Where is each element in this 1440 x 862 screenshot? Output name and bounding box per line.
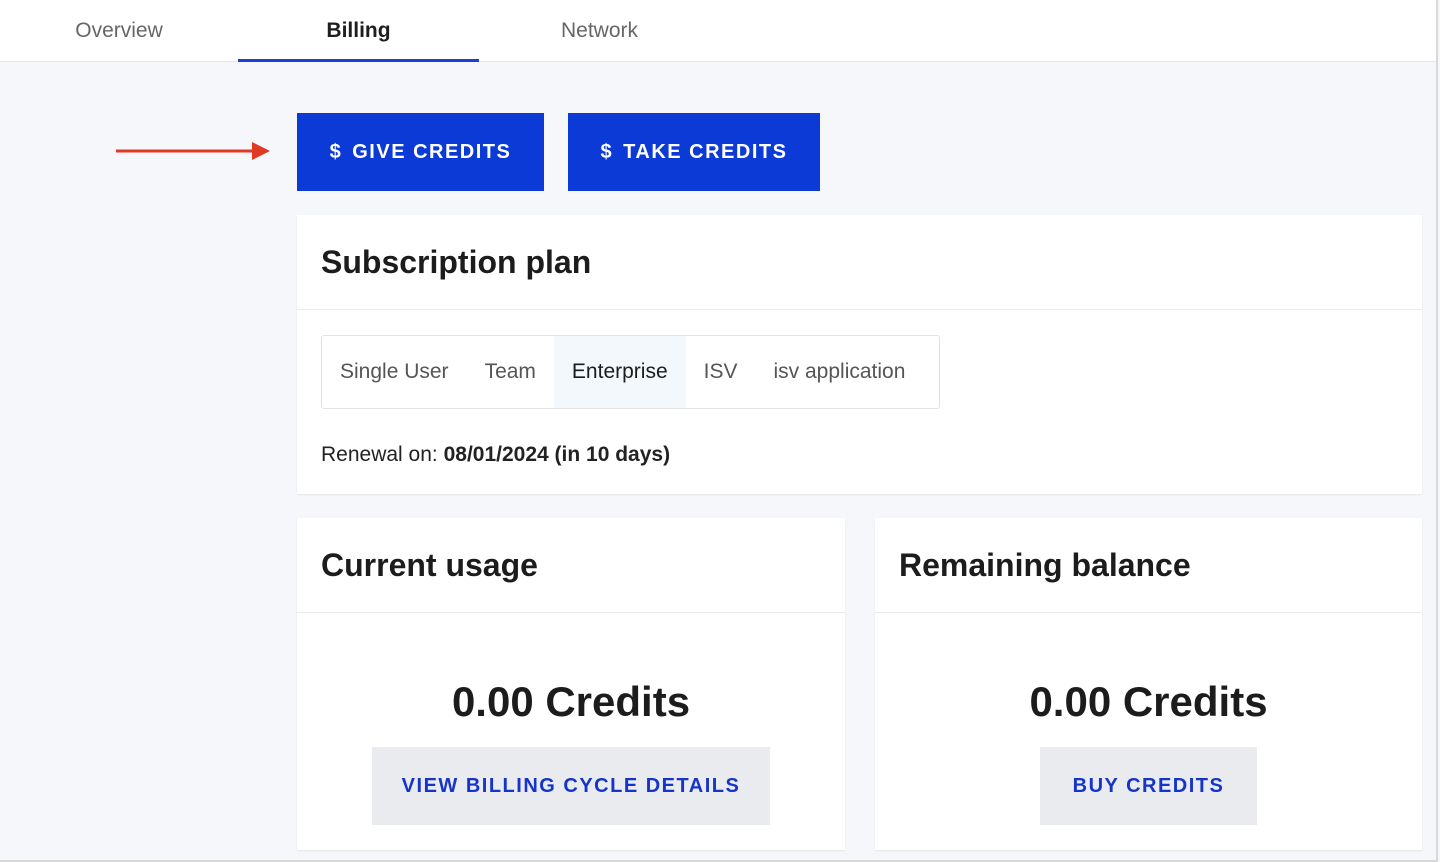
arrow-right-icon bbox=[116, 142, 270, 160]
plan-option-isv-application[interactable]: isv application bbox=[756, 336, 924, 408]
current-usage-title: Current usage bbox=[297, 518, 845, 613]
dollar-icon: $ bbox=[329, 140, 343, 163]
take-credits-button[interactable]: $ TAKE CREDITS bbox=[568, 113, 820, 191]
tab-overview-label: Overview bbox=[75, 19, 163, 42]
tab-network[interactable]: Network bbox=[479, 0, 720, 62]
renewal-date: 08/01/2024 (in 10 days) bbox=[443, 443, 671, 466]
take-credits-label: TAKE CREDITS bbox=[623, 140, 788, 163]
subscription-plan-card: Subscription plan Single User Team Enter… bbox=[297, 215, 1422, 494]
tab-overview[interactable]: Overview bbox=[0, 0, 238, 62]
renewal-info: Renewal on: 08/01/2024 (in 10 days) bbox=[321, 443, 670, 467]
plan-option-team[interactable]: Team bbox=[467, 336, 554, 408]
give-credits-button[interactable]: $ GIVE CREDITS bbox=[297, 113, 544, 191]
remaining-balance-title: Remaining balance bbox=[875, 518, 1422, 613]
dollar-icon: $ bbox=[600, 140, 614, 163]
current-usage-amount: 0.00 Credits bbox=[451, 678, 691, 725]
buy-credits-button[interactable]: BUY CREDITS bbox=[1040, 747, 1257, 825]
renewal-label: Renewal on: bbox=[321, 443, 438, 466]
plan-selector: Single User Team Enterprise ISV isv appl… bbox=[321, 335, 940, 409]
plan-option-enterprise[interactable]: Enterprise bbox=[553, 336, 686, 408]
tab-billing-label: Billing bbox=[326, 19, 391, 42]
subscription-plan-title: Subscription plan bbox=[297, 215, 1422, 310]
tab-billing[interactable]: Billing bbox=[238, 0, 479, 62]
tab-bar: Overview Billing Network bbox=[0, 0, 1436, 62]
remaining-balance-amount: 0.00 Credits bbox=[1029, 678, 1268, 725]
plan-option-isv[interactable]: ISV bbox=[686, 336, 756, 408]
current-usage-card: Current usage 0.00 Credits VIEW BILLING … bbox=[297, 518, 845, 850]
tab-network-label: Network bbox=[560, 19, 639, 42]
view-billing-cycle-details-button[interactable]: VIEW BILLING CYCLE DETAILS bbox=[372, 747, 770, 825]
give-credits-label: GIVE CREDITS bbox=[352, 140, 512, 163]
plan-option-single-user[interactable]: Single User bbox=[322, 336, 467, 408]
remaining-balance-card: Remaining balance 0.00 Credits BUY CREDI… bbox=[875, 518, 1422, 850]
